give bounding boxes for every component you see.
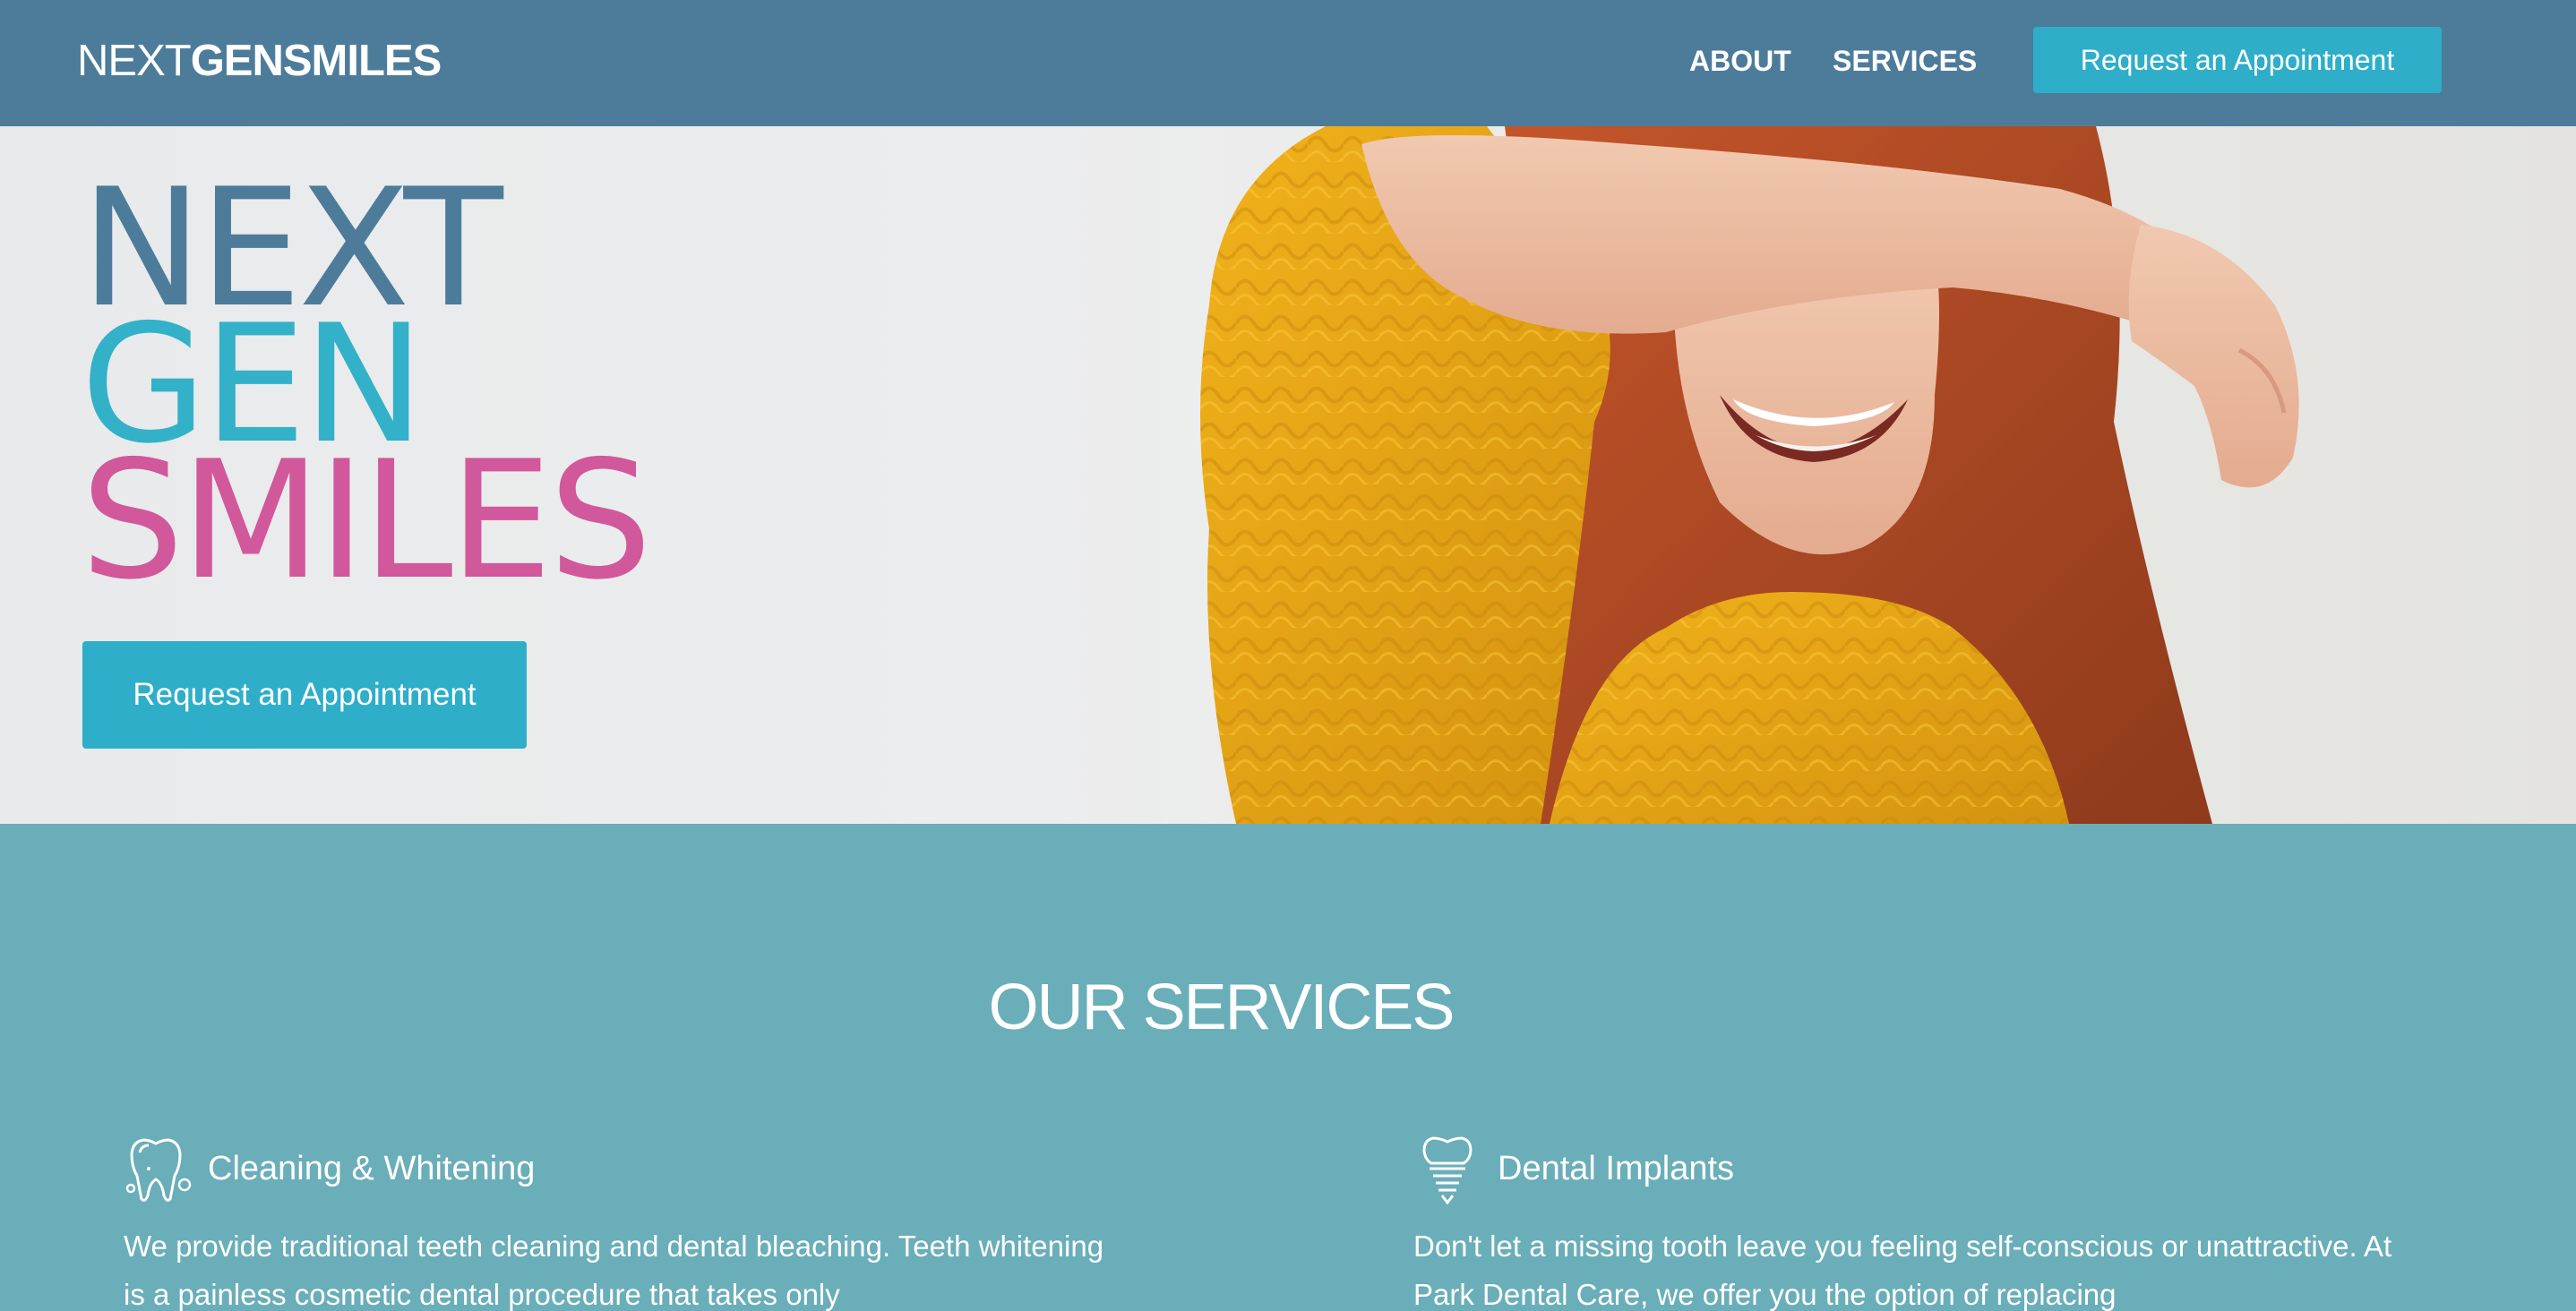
top-nav: NEXTGENSMILES ABOUT SERVICES Request an … [0,0,2576,126]
logo-part-smiles: SMILES [282,37,442,85]
nav-link-about[interactable]: ABOUT [1689,43,1791,79]
logo-part-gen: GEN [190,37,284,85]
hero-photo [1164,126,2576,824]
dental-implant-icon [1422,1136,1473,1204]
services-section: OUR SERVICES Cleaning & Whitening We pro… [0,824,2576,1311]
hero-request-appointment-button[interactable]: Request an Appointment [82,641,527,749]
hero-section: NEXT GEN SMILES Request an Appointment [0,126,2576,824]
service-item-dental-implants: Dental Implants Don't let a missing toot… [1413,1133,2417,1311]
services-title: OUR SERVICES [988,972,1455,1043]
service-header: Dental Implants [1413,1133,2417,1204]
service-description: Don't let a missing tooth leave you feel… [1413,1230,2392,1311]
service-item-cleaning-whitening: Cleaning & Whitening We provide traditio… [124,1133,1127,1311]
site-logo[interactable]: NEXTGENSMILES [77,34,442,88]
tooth-sparkle-icon [125,1138,192,1202]
hero-title: NEXT GEN SMILES [81,167,652,615]
nav-link-services[interactable]: SERVICES [1833,43,1977,79]
service-name: Cleaning & Whitening [208,1150,536,1187]
service-name: Dental Implants [1498,1150,1735,1187]
nav-request-appointment-button[interactable]: Request an Appointment [2033,27,2442,93]
hero-title-smiles: SMILES [81,425,652,615]
service-description: We provide traditional teeth cleaning an… [124,1230,1104,1311]
service-header: Cleaning & Whitening [124,1133,1127,1204]
logo-part-next: NEXT [77,37,192,85]
